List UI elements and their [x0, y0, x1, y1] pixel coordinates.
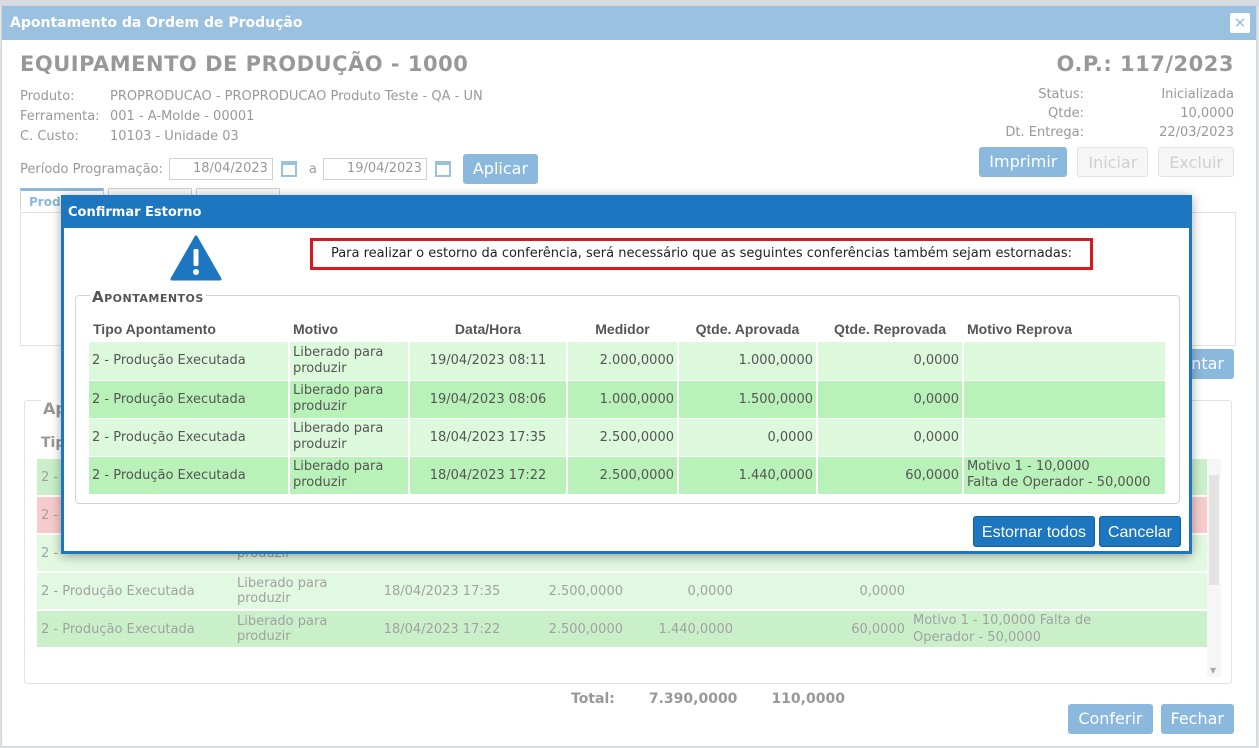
- apontamentos-table: Tipo Apontamento Motivo Data/Hora Medido…: [89, 316, 1167, 495]
- cell-motivo-reprova: [963, 342, 1167, 381]
- col-data-hora: Data/Hora: [454, 321, 522, 337]
- col-medidor: Medidor: [595, 321, 650, 337]
- dialog-titlebar: Confirmar Estorno: [61, 195, 1192, 228]
- col-qtde-aprovada: Qtde. Aprovada: [695, 321, 800, 337]
- col-motivo-reprova: Motivo Reprova: [967, 321, 1073, 337]
- cell-aprovada: 1.000,0000: [678, 342, 818, 381]
- cell-medidor: 2.500,0000: [567, 456, 679, 495]
- cell-motivo-reprova: [963, 418, 1167, 457]
- motivo-reprova-line: Falta de Operador - 50,0000: [967, 475, 1151, 490]
- cell-motivo-reprova: [963, 380, 1167, 419]
- cell-tipo: 2 - Produção Executada: [89, 380, 290, 419]
- cell-reprovada: 0,0000: [817, 342, 964, 381]
- alert-message: Para realizar o estorno da conferência, …: [310, 238, 1093, 270]
- motivo-reprova-line: Motivo 1 - 10,0000: [967, 459, 1090, 474]
- apontamentos-fieldset: Apontamentos Tipo Apontamento Motivo Dat…: [75, 288, 1180, 504]
- cell-reprovada: 0,0000: [817, 418, 964, 457]
- table-row[interactable]: 2 - Produção Executada Liberado para pro…: [89, 456, 1167, 495]
- cell-aprovada: 0,0000: [678, 418, 818, 457]
- table-row[interactable]: 2 - Produção Executada Liberado para pro…: [89, 418, 1167, 457]
- dialog-buttons: Estornar todos Cancelar: [972, 516, 1181, 547]
- col-motivo: Motivo: [293, 321, 339, 337]
- cell-motivo: Liberado para produzir: [289, 456, 410, 495]
- confirm-estorno-dialog: Confirmar Estorno Para realizar o estorn…: [61, 195, 1192, 554]
- cell-data-hora: 19/04/2023 08:06: [409, 380, 568, 419]
- cell-reprovada: 60,0000: [817, 456, 964, 495]
- cell-medidor: 1.000,0000: [567, 380, 679, 419]
- cell-medidor: 2.000,0000: [567, 342, 679, 381]
- cell-aprovada: 1.440,0000: [678, 456, 818, 495]
- estornar-todos-button[interactable]: Estornar todos: [972, 516, 1095, 547]
- cell-motivo-reprova: Motivo 1 - 10,0000 Falta de Operador - 5…: [963, 456, 1167, 495]
- table-row[interactable]: 2 - Produção Executada Liberado para pro…: [89, 342, 1167, 381]
- cell-data-hora: 19/04/2023 08:11: [409, 342, 568, 381]
- cell-motivo: Liberado para produzir: [289, 380, 410, 419]
- col-tipo-apontamento: Tipo Apontamento: [93, 321, 216, 337]
- cell-motivo: Liberado para produzir: [289, 342, 410, 381]
- cell-tipo: 2 - Produção Executada: [89, 342, 290, 381]
- cell-data-hora: 18/04/2023 17:22: [409, 456, 568, 495]
- cell-data-hora: 18/04/2023 17:35: [409, 418, 568, 457]
- cell-motivo: Liberado para produzir: [289, 418, 410, 457]
- col-qtde-reprovada: Qtde. Reprovada: [833, 321, 947, 337]
- warning-icon: [170, 235, 222, 281]
- cell-aprovada: 1.500,0000: [678, 380, 818, 419]
- table-header-row: Tipo Apontamento Motivo Data/Hora Medido…: [89, 316, 1166, 342]
- cancelar-button[interactable]: Cancelar: [1098, 516, 1181, 547]
- cell-reprovada: 0,0000: [817, 380, 964, 419]
- cell-medidor: 2.500,0000: [567, 418, 679, 457]
- table-row[interactable]: 2 - Produção Executada Liberado para pro…: [89, 380, 1167, 419]
- cell-tipo: 2 - Produção Executada: [89, 418, 290, 457]
- fieldset-legend: Apontamentos: [90, 288, 206, 306]
- cell-tipo: 2 - Produção Executada: [89, 456, 290, 495]
